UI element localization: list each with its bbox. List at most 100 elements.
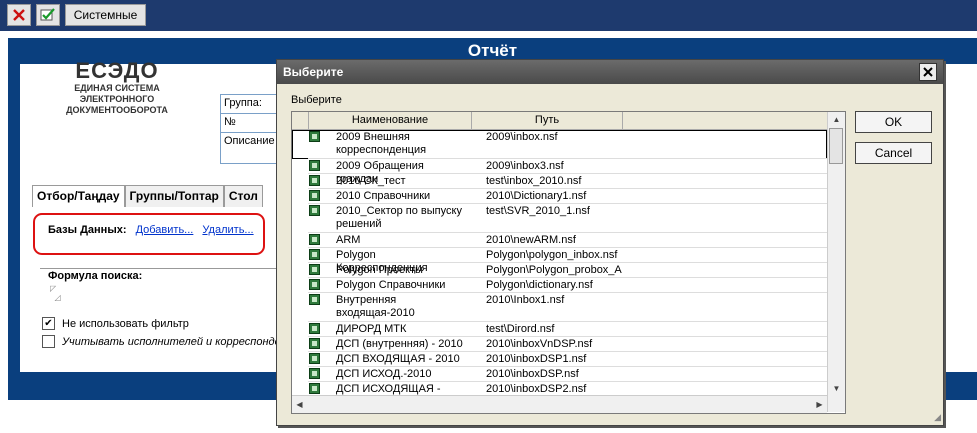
- list-item[interactable]: 2010 Справочники 2010\Dictionary1.nsf: [292, 189, 827, 204]
- list-item-name: ARM: [336, 234, 361, 246]
- header-path[interactable]: Путь: [472, 112, 623, 129]
- list-item-path: Polygon\dictionary.nsf: [486, 279, 593, 291]
- top-toolbar: Системные: [0, 0, 977, 31]
- ok-button[interactable]: OK: [855, 111, 932, 133]
- list-item-path: Polygon\Polygon_probox_A: [486, 264, 622, 276]
- header-icon-column: [292, 112, 309, 129]
- database-icon: [309, 323, 320, 334]
- list-item-name: 2010_Сектор по выпуску решений: [336, 205, 462, 230]
- list-item-path: 2010\inboxDSP.nsf: [486, 368, 579, 380]
- database-icon: [309, 160, 320, 171]
- formula-divider: [40, 268, 280, 269]
- close-icon: [923, 67, 933, 77]
- database-icon: [309, 205, 320, 216]
- list-item-name: 2010 СК_тест: [336, 175, 406, 187]
- add-database-link[interactable]: Добавить...: [136, 224, 194, 236]
- database-icon: [309, 234, 320, 245]
- database-icon: [309, 190, 320, 201]
- list-item[interactable]: ARM 2010\newARM.nsf: [292, 233, 827, 248]
- list-item-name: Polygon Справочники: [336, 279, 446, 291]
- tab-filter[interactable]: Отбор/Таңдау: [32, 185, 125, 207]
- logo-title: ЕСЭДО: [75, 58, 159, 83]
- database-icon: [309, 383, 320, 394]
- list-item-path: 2010\inboxVnDSP.nsf: [486, 338, 593, 350]
- no-filter-label: Не использовать фильтр: [62, 317, 189, 330]
- list-item[interactable]: Polygon Проекты Polygon\Polygon_probox_A: [292, 263, 827, 278]
- list-item-name: ДСП ВХОДЯЩАЯ - 2010: [336, 353, 460, 365]
- list-item[interactable]: Внутренняя входящая-2010 2010\Inbox1.nsf: [292, 293, 827, 322]
- list-item-name: ДИРОРД МТК: [336, 323, 407, 335]
- checked-box-icon: ✔: [42, 317, 55, 330]
- list-item-path: 2010\Dictionary1.nsf: [486, 190, 587, 202]
- dialog-titlebar[interactable]: Выберите: [277, 60, 943, 84]
- list-header: Наименование Путь: [292, 112, 827, 130]
- list-item-path: 2009\inbox3.nsf: [486, 160, 564, 172]
- database-icon: [309, 131, 320, 142]
- list-item[interactable]: ДИРОРД МТК test\Dirord.nsf: [292, 322, 827, 337]
- database-icon: [309, 294, 320, 305]
- close-button[interactable]: [7, 4, 31, 26]
- list-item-path: 2010\newARM.nsf: [486, 234, 576, 246]
- resize-grip-icon[interactable]: ◢: [934, 412, 941, 423]
- list-item-name: Polygon Проекты: [336, 264, 423, 276]
- formula-label: Формула поиска:: [48, 270, 143, 282]
- dialog-close-button[interactable]: [919, 63, 937, 81]
- logo-subtitle: ЕДИНАЯ СИСТЕМА ЭЛЕКТРОННОГО ДОКУМЕНТООБО…: [66, 83, 168, 115]
- database-icon: [309, 175, 320, 186]
- list-item-path: test\Dirord.nsf: [486, 323, 555, 335]
- no-filter-checkbox[interactable]: ✔ Не использовать фильтр: [42, 317, 189, 330]
- list-item-name: 2009 Внешняя корреспонденция: [336, 131, 427, 156]
- list-item-name: ДСП ИСХОД.-2010: [336, 368, 432, 380]
- system-button[interactable]: Системные: [65, 4, 146, 26]
- list-item[interactable]: 2010 СК_тест test\inbox_2010.nsf: [292, 174, 827, 189]
- vertical-scrollbar[interactable]: ▲ ▼: [827, 112, 845, 412]
- list-item[interactable]: Polygon Справочники Polygon\dictionary.ns…: [292, 278, 827, 293]
- database-icon: [309, 353, 320, 364]
- confirm-button[interactable]: [36, 4, 60, 26]
- dialog-title: Выберите: [283, 65, 344, 79]
- database-icon: [309, 264, 320, 275]
- database-icon: [309, 338, 320, 349]
- dialog-prompt: Выберите: [291, 94, 342, 106]
- report-tabs: Отбор/Таңдау Группы/Топтар Стол: [32, 185, 263, 207]
- list-item-path: test\SVR_2010_1.nsf: [486, 205, 590, 217]
- list-item[interactable]: ДСП (внутренняя) - 2010 2010\inboxVnDSP.n…: [292, 337, 827, 352]
- header-name[interactable]: Наименование: [309, 112, 472, 129]
- list-item[interactable]: 2010_Сектор по выпуску решений test\SVR_2…: [292, 204, 827, 233]
- scroll-right-icon[interactable]: ▶: [812, 396, 827, 413]
- databases-row: Базы Данных: Добавить... Удалить...: [48, 224, 254, 236]
- executors-checkbox[interactable]: Учитывать исполнителей и корреспонде: [42, 335, 281, 348]
- list-item-name: ДСП (внутренняя) - 2010: [336, 338, 463, 350]
- list-item-path: Polygon\polygon_inbox.nsf: [486, 249, 618, 261]
- remove-database-link[interactable]: Удалить...: [202, 224, 253, 236]
- list-item-path: 2010\inboxDSP1.nsf: [486, 353, 587, 365]
- list-item-path: 2009\inbox.nsf: [486, 131, 558, 143]
- checkmark-icon: [40, 8, 55, 21]
- formula-field-marker-icon[interactable]: ◸ ◿: [50, 284, 61, 302]
- scroll-down-icon[interactable]: ▼: [828, 381, 845, 396]
- tab-groups[interactable]: Группы/Топтар: [124, 185, 224, 207]
- horizontal-scrollbar[interactable]: ◀ ▶: [292, 395, 827, 413]
- scroll-left-icon[interactable]: ◀: [292, 396, 307, 413]
- unchecked-box-icon: [42, 335, 55, 348]
- database-icon: [309, 368, 320, 379]
- list-item-path: test\inbox_2010.nsf: [486, 175, 582, 187]
- scroll-thumb[interactable]: [829, 128, 843, 164]
- tab-columns[interactable]: Стол: [223, 185, 263, 207]
- list-item-name: 2010 Справочники: [336, 190, 431, 202]
- list-item-path: 2010\Inbox1.nsf: [486, 294, 565, 306]
- list-item-name: Внутренняя входящая-2010: [336, 294, 415, 319]
- databases-label: Базы Данных:: [48, 224, 127, 236]
- list-item[interactable]: ДСП ВХОДЯЩАЯ - 2010 2010\inboxDSP1.nsf: [292, 352, 827, 367]
- list-item[interactable]: 2009 Внешняя корреспонденция 2009\inbox.n…: [292, 130, 827, 159]
- executors-label: Учитывать исполнителей и корреспонде: [62, 335, 281, 348]
- select-dialog: Выберите Выберите Наименование Путь 2009…: [276, 59, 944, 426]
- scroll-up-icon[interactable]: ▲: [828, 112, 845, 127]
- list-item[interactable]: ДСП ИСХОД.-2010 2010\inboxDSP.nsf: [292, 367, 827, 382]
- cancel-button[interactable]: Cancel: [855, 142, 932, 164]
- database-list[interactable]: Наименование Путь 2009 Внешняя корреспон…: [291, 111, 846, 414]
- list-item[interactable]: Polygon Корреспонденция Polygon\polygon_i…: [292, 248, 827, 274]
- close-icon: [13, 9, 25, 21]
- database-icon: [309, 279, 320, 290]
- list-item[interactable]: 2009 Обращения граждан 2009\inbox3.nsf: [292, 159, 827, 185]
